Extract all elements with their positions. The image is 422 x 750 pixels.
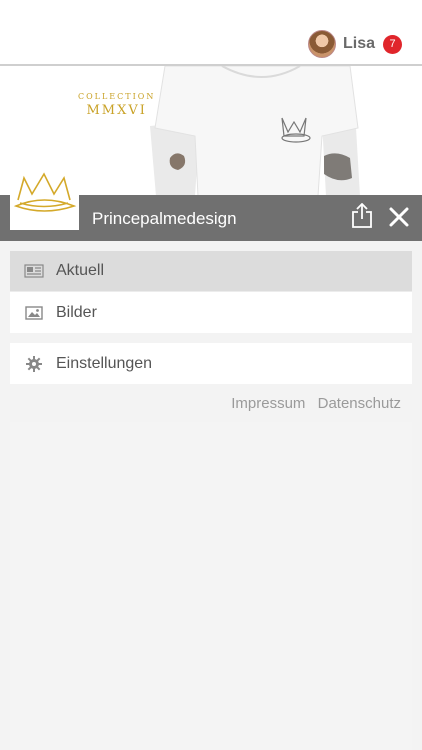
nav-item-bilder[interactable]: Bilder bbox=[10, 292, 412, 333]
page-title-bar: Princepalmedesign bbox=[0, 170, 422, 241]
nav-item-aktuell[interactable]: Aktuell bbox=[10, 251, 412, 292]
news-icon bbox=[24, 263, 44, 279]
content-area bbox=[10, 422, 412, 750]
user-name[interactable]: Lisa bbox=[343, 35, 375, 53]
nav-item-label: Aktuell bbox=[56, 262, 105, 279]
datenschutz-link[interactable]: Datenschutz bbox=[318, 395, 401, 412]
share-icon bbox=[352, 202, 372, 228]
brand-logo[interactable] bbox=[10, 170, 79, 230]
nav-item-label: Einstellungen bbox=[56, 354, 153, 372]
nav-item-einstellungen[interactable]: Einstellungen bbox=[10, 343, 412, 384]
settings-menu: Einstellungen bbox=[10, 343, 412, 384]
top-bar: Lisa 7 bbox=[0, 0, 422, 66]
footer-links: Impressum Datenschutz bbox=[223, 395, 401, 412]
collection-year: MMXVI bbox=[86, 103, 147, 118]
collection-label: COLLECTION MMXVI bbox=[78, 92, 155, 118]
image-icon bbox=[24, 305, 44, 321]
nav-item-label: Bilder bbox=[56, 303, 97, 321]
user-profile[interactable]: Lisa 7 bbox=[307, 28, 402, 60]
collection-word: COLLECTION bbox=[78, 92, 156, 101]
page-title: Princepalmedesign bbox=[92, 209, 237, 228]
impressum-link[interactable]: Impressum bbox=[231, 395, 305, 412]
crown-logo-icon bbox=[13, 172, 77, 212]
close-icon bbox=[389, 207, 409, 227]
notification-badge[interactable]: 7 bbox=[383, 34, 402, 54]
nav-menu: Aktuell Bilder bbox=[10, 251, 412, 333]
avatar[interactable] bbox=[307, 30, 336, 58]
gear-icon bbox=[24, 355, 44, 372]
close-button[interactable] bbox=[388, 206, 410, 228]
share-button[interactable] bbox=[350, 202, 374, 229]
